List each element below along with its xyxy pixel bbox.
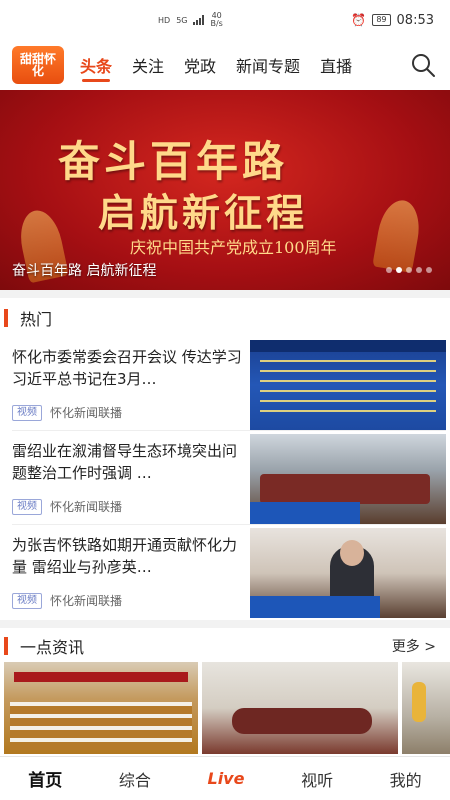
thumbnail-header-bar: [250, 340, 446, 352]
net-speed-unit: B/s: [210, 19, 223, 28]
decorative-flame: [372, 197, 424, 273]
status-network-group: HD 5G 40 B/s: [158, 12, 223, 28]
tab-follow[interactable]: 关注: [122, 40, 174, 90]
section-accent-bar: [4, 309, 8, 327]
video-tag: 视频: [12, 404, 42, 421]
news-title[interactable]: 雷绍业在溆浦督导生态环境突出问题整治工作时强调 …: [12, 440, 244, 484]
banner-caption: 奋斗百年路 启航新征程: [12, 263, 157, 279]
section-title: 一点资讯: [20, 638, 85, 657]
video-tag: 视频: [12, 498, 42, 515]
tab-news-topics[interactable]: 新闻专题: [226, 40, 310, 90]
hero-banner[interactable]: 奋斗百年路 启航新征程 庆祝中国共产党成立100周年 奋斗百年路 启航新征程: [0, 90, 450, 290]
nav-mine[interactable]: 我的: [390, 767, 422, 791]
thumbnail-face: [340, 540, 364, 566]
banner-headline-2: 启航新征程: [98, 190, 309, 235]
carousel-dot[interactable]: [416, 267, 422, 273]
signal-icon: [193, 15, 205, 25]
section-gap: [0, 290, 450, 298]
tab-party-gov[interactable]: 党政: [174, 40, 226, 90]
thumbnail-text-lines: [260, 360, 436, 420]
news-title[interactable]: 为张吉怀铁路如期开通贡献怀化力量 雷绍业与孙彦英…: [12, 534, 244, 578]
alarm-icon: ⏰: [351, 13, 367, 27]
news-source: 怀化新闻联播: [50, 500, 123, 514]
image-meeting-table: [232, 708, 372, 734]
news-item[interactable]: 雷绍业在溆浦督导生态环境突出问题整治工作时强调 … 视频 怀化新闻联播: [0, 432, 450, 528]
news-thumbnail[interactable]: [250, 340, 446, 430]
info-image[interactable]: [402, 662, 450, 754]
network-type: 5G: [176, 15, 188, 25]
video-tag: 视频: [12, 592, 42, 609]
carousel-dot[interactable]: [406, 267, 412, 273]
carousel-dot-active[interactable]: [396, 267, 402, 273]
news-title[interactable]: 怀化市委常委会召开会议 传达学习习近平总书记在3月…: [12, 346, 244, 390]
divider: [12, 430, 446, 431]
news-meta: 视频 怀化新闻联播: [12, 498, 122, 515]
news-thumbnail[interactable]: [250, 528, 446, 618]
tab-live[interactable]: 直播: [310, 40, 362, 90]
app-logo[interactable]: 甜甜怀化: [12, 46, 64, 84]
nav-audio-video[interactable]: 视听: [301, 767, 333, 791]
thumbnail-meeting-table: [260, 474, 430, 504]
section-accent-bar: [4, 637, 8, 655]
news-meta: 视频 怀化新闻联播: [12, 592, 122, 609]
divider: [12, 524, 446, 525]
news-meta: 视频 怀化新闻联播: [12, 404, 122, 421]
nav-home[interactable]: 首页: [28, 766, 62, 791]
clock: 08:53: [396, 12, 434, 28]
news-item[interactable]: 怀化市委常委会召开会议 传达学习习近平总书记在3月… 视频 怀化新闻联播: [0, 338, 450, 434]
image-audience-rows: [10, 702, 192, 750]
battery-icon: 89: [372, 14, 391, 26]
hd-indicator: HD: [158, 15, 171, 25]
nav-general[interactable]: 综合: [119, 767, 151, 791]
section-title: 热门: [20, 310, 53, 329]
top-nav: 甜甜怀化 头条 关注 党政 新闻专题 直播: [0, 40, 450, 90]
image-worker: [412, 682, 426, 722]
carousel-dot[interactable]: [386, 267, 392, 273]
news-item[interactable]: 为张吉怀铁路如期开通贡献怀化力量 雷绍业与孙彦英… 视频 怀化新闻联播: [0, 526, 450, 622]
carousel-dot[interactable]: [426, 267, 432, 273]
info-section-header: 一点资讯 更多 >: [0, 626, 450, 666]
image-red-banner: [14, 672, 188, 682]
channel-tabs: 头条 关注 党政 新闻专题 直播: [70, 40, 362, 90]
bottom-nav: 首页 综合 Live 视听 我的: [0, 756, 450, 800]
thumbnail-caption-bar: [250, 596, 380, 618]
info-image[interactable]: [4, 662, 198, 754]
status-bar: HD 5G 40 B/s ⏰ 89 08:53: [0, 0, 450, 40]
news-thumbnail[interactable]: [250, 434, 446, 524]
more-link[interactable]: 更多 >: [392, 636, 436, 656]
search-icon[interactable]: [410, 52, 436, 78]
banner-headline-1: 奋斗百年路: [58, 137, 289, 186]
nav-live[interactable]: Live: [208, 769, 245, 788]
banner-subtitle: 庆祝中国共产党成立100周年: [130, 238, 337, 257]
info-image-carousel: [0, 662, 450, 754]
news-source: 怀化新闻联播: [50, 406, 123, 420]
net-speed: 40 B/s: [210, 12, 222, 28]
carousel-indicator: [386, 267, 432, 273]
info-image[interactable]: [202, 662, 398, 754]
tab-headlines[interactable]: 头条: [70, 40, 122, 90]
hot-section-header: 热门: [0, 298, 450, 338]
news-source: 怀化新闻联播: [50, 594, 123, 608]
thumbnail-caption-bar: [250, 502, 360, 524]
